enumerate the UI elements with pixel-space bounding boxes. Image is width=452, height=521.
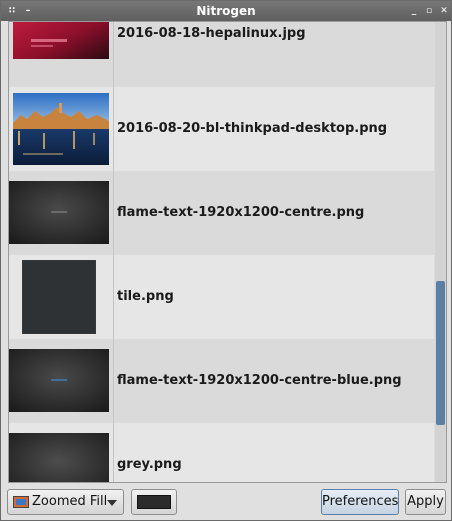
scrollbar-thumb[interactable]: [436, 281, 445, 425]
list-item[interactable]: 2016-08-20-bl-thinkpad-desktop.png: [9, 87, 434, 171]
thumbnail-cell: [9, 87, 114, 171]
title-bar[interactable]: ∷ – Nitrogen _ ▫ ✕: [1, 1, 451, 21]
preferences-button[interactable]: Preferences: [321, 489, 399, 515]
list-item[interactable]: flame-text-1920x1200-centre.png: [9, 171, 434, 255]
monitor-icon: [13, 496, 29, 508]
file-name: 2016-08-18-hepalinux.jpg: [117, 26, 306, 41]
window-title: Nitrogen: [196, 4, 256, 18]
chevron-down-icon: [107, 500, 117, 506]
file-name: flame-text-1920x1200-centre-blue.png: [117, 373, 402, 388]
thumbnail-cell: [9, 171, 114, 255]
thumbnail-cell: [9, 339, 114, 423]
bottom-toolbar: Zoomed Fill Preferences Apply: [1, 483, 451, 521]
minimize-icon[interactable]: _: [407, 4, 421, 18]
color-swatch: [137, 495, 171, 509]
tile-thumbnail: [22, 260, 96, 334]
list-item[interactable]: grey.png: [9, 423, 434, 482]
nitrogen-window: ∷ – Nitrogen _ ▫ ✕ 2016-08-18-hepalinux.…: [0, 0, 452, 521]
file-name: grey.png: [117, 457, 182, 472]
thumbnail-cell: [9, 22, 114, 87]
maximize-icon[interactable]: ▫: [422, 4, 436, 18]
close-icon[interactable]: ✕: [437, 4, 451, 18]
file-name: tile.png: [117, 289, 174, 304]
red-abstract-thumbnail: [13, 22, 109, 59]
zoom-mode-dropdown[interactable]: Zoomed Fill: [7, 489, 124, 515]
thumbnail-cell: [9, 255, 114, 339]
dark-gray-thumbnail: [9, 181, 109, 244]
apply-button[interactable]: Apply: [405, 489, 446, 515]
list-item[interactable]: 2016-08-18-hepalinux.jpg: [9, 22, 434, 87]
wallpaper-list[interactable]: 2016-08-18-hepalinux.jpg 2016-08-20-bl-t…: [8, 21, 447, 483]
list-item[interactable]: flame-text-1920x1200-centre-blue.png: [9, 339, 434, 423]
zoom-mode-label: Zoomed Fill: [32, 494, 108, 509]
venice-thumbnail: [13, 93, 109, 165]
file-name: flame-text-1920x1200-centre.png: [117, 205, 365, 220]
dark-gray-blue-thumbnail: [9, 349, 109, 412]
background-color-button[interactable]: [131, 489, 177, 515]
vertical-scrollbar[interactable]: [435, 22, 446, 482]
wallpaper-rows: 2016-08-18-hepalinux.jpg 2016-08-20-bl-t…: [9, 22, 434, 482]
thumbnail-cell: [9, 423, 114, 482]
list-item[interactable]: tile.png: [9, 255, 434, 339]
file-name: 2016-08-20-bl-thinkpad-desktop.png: [117, 121, 388, 136]
grey-thumbnail: [9, 433, 109, 482]
